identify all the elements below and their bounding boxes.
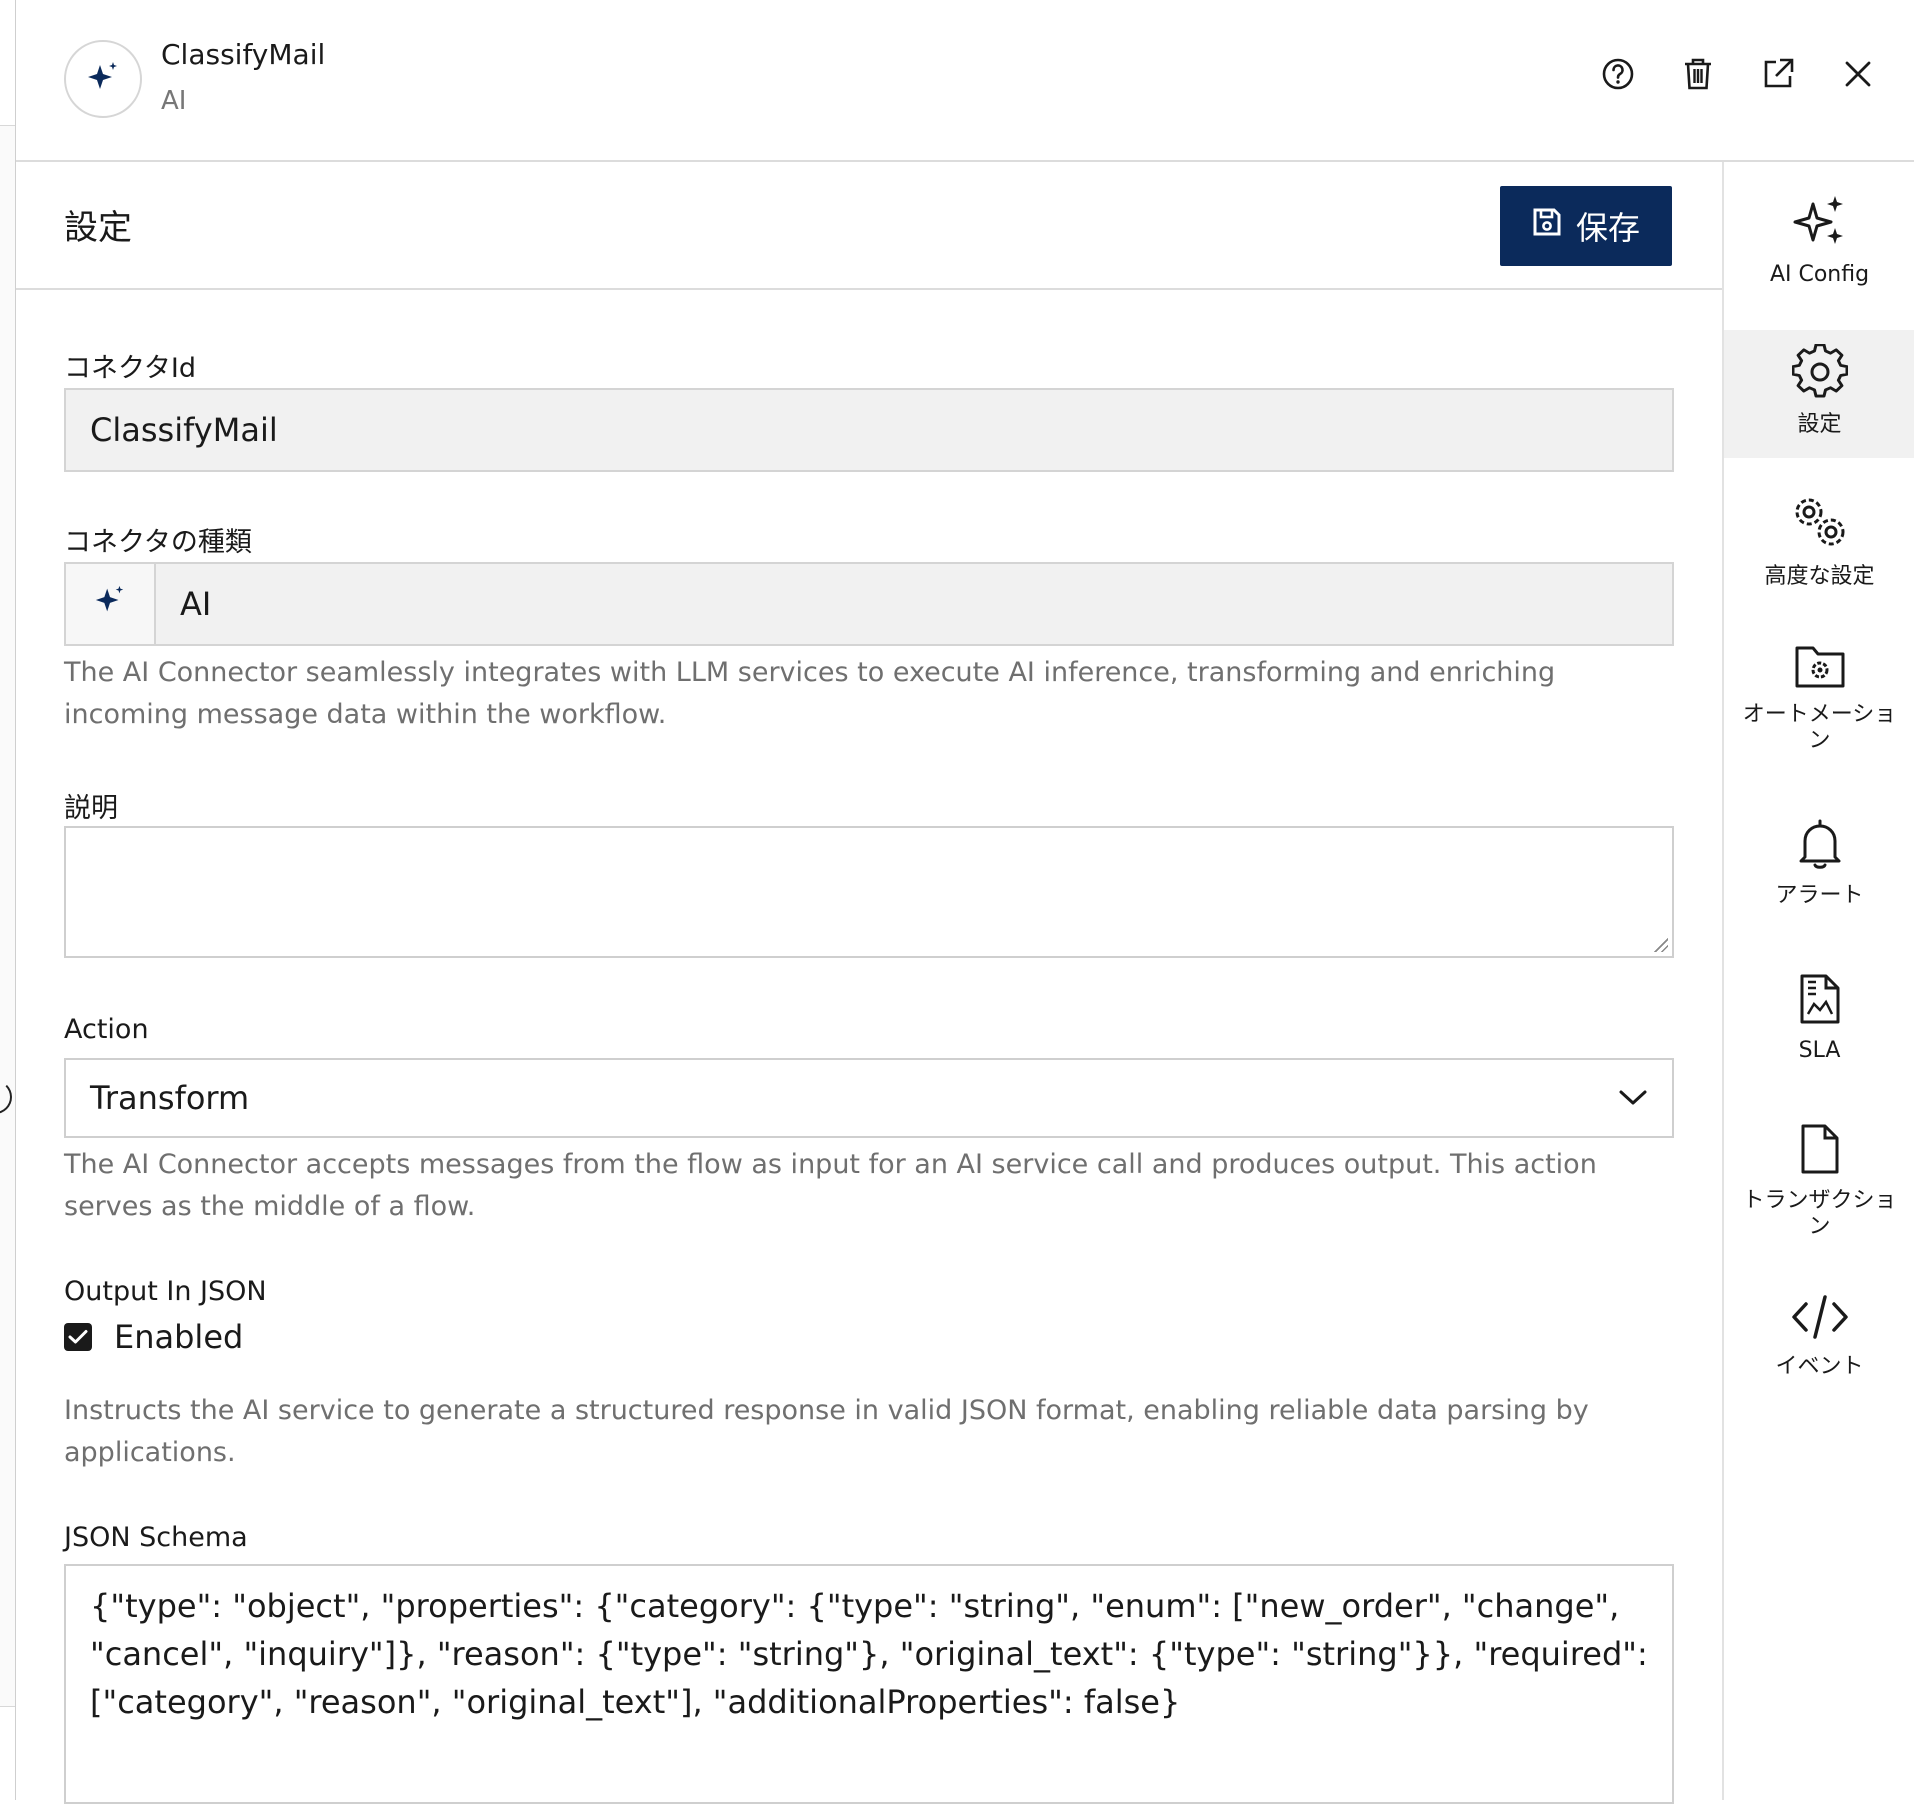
action-selected-value: Transform bbox=[90, 1079, 250, 1117]
chevron-down-icon bbox=[1618, 1088, 1672, 1108]
nav-item-alert[interactable]: アラート bbox=[1724, 817, 1914, 927]
connector-id-label: コネクタId bbox=[64, 353, 197, 384]
nav-item-ai-config[interactable]: AI Config bbox=[1724, 192, 1914, 292]
document-chart-icon bbox=[1798, 972, 1842, 1030]
json-schema-label: JSON Schema bbox=[64, 1522, 248, 1553]
settings-main: 設定 保存 コネクタId ClassifyMail コネクタの種類 AI The… bbox=[16, 162, 1724, 1804]
connector-avatar bbox=[64, 40, 142, 118]
save-button-label: 保存 bbox=[1575, 209, 1640, 247]
save-icon bbox=[1532, 207, 1562, 245]
connector-id-value: ClassifyMail bbox=[90, 411, 278, 449]
gear-icon bbox=[1791, 343, 1848, 404]
connector-name: ClassifyMail bbox=[161, 38, 326, 71]
help-icon[interactable] bbox=[1600, 56, 1636, 92]
connector-type-field: AI bbox=[64, 562, 1674, 646]
background-canvas-edge bbox=[0, 0, 15, 1800]
nav-label-ai-config: AI Config bbox=[1769, 262, 1870, 287]
action-help: The AI Connector accepts messages from t… bbox=[64, 1149, 1597, 1222]
nav-item-sla[interactable]: SLA bbox=[1724, 972, 1914, 1082]
save-button[interactable]: 保存 bbox=[1500, 186, 1672, 266]
json-schema-textarea[interactable]: {"type": "object", "properties": {"categ… bbox=[64, 1564, 1674, 1804]
nav-label-sla: SLA bbox=[1798, 1038, 1841, 1063]
output-json-checkbox-row[interactable]: Enabled bbox=[64, 1318, 243, 1356]
nav-label-transaction: トランザクション bbox=[1742, 1188, 1897, 1239]
action-label: Action bbox=[64, 1014, 149, 1045]
header-actions bbox=[1600, 56, 1876, 92]
nav-item-event[interactable]: イベント bbox=[1724, 1292, 1914, 1402]
panel-header: ClassifyMail AI bbox=[16, 0, 1914, 162]
sparkle-icon bbox=[85, 59, 121, 99]
right-sidebar-nav: AI Config 設定 高度な設定 オートメーション アラート SLA トラン… bbox=[1724, 162, 1914, 1800]
close-icon[interactable] bbox=[1840, 56, 1876, 92]
document-icon bbox=[1799, 1122, 1841, 1180]
section-title: 設定 bbox=[64, 208, 132, 248]
resize-handle[interactable] bbox=[1654, 938, 1668, 952]
output-json-help: Instructs the AI service to generate a s… bbox=[64, 1395, 1589, 1468]
output-json-checkbox-label: Enabled bbox=[114, 1318, 244, 1356]
sparkles-icon bbox=[1791, 192, 1849, 254]
external-link-icon[interactable] bbox=[1760, 56, 1796, 92]
output-json-label: Output In JSON bbox=[64, 1276, 267, 1307]
nav-label-alert: アラート bbox=[1775, 883, 1864, 908]
nav-item-settings[interactable]: 設定 bbox=[1724, 330, 1914, 458]
sparkle-icon bbox=[93, 583, 127, 625]
output-json-checkbox[interactable] bbox=[64, 1323, 92, 1351]
nav-item-transaction[interactable]: トランザクション bbox=[1724, 1122, 1914, 1252]
connector-type-label: コネクタの種類 bbox=[64, 527, 252, 558]
action-select[interactable]: Transform bbox=[64, 1058, 1674, 1138]
description-label: 説明 bbox=[64, 793, 118, 824]
gears-icon bbox=[1789, 492, 1851, 556]
nav-item-advanced-settings[interactable]: 高度な設定 bbox=[1724, 492, 1914, 602]
section-bar: 設定 保存 bbox=[16, 162, 1722, 290]
nav-label-automation: オートメーション bbox=[1742, 702, 1897, 753]
nav-label-event: イベント bbox=[1775, 1354, 1864, 1379]
connector-id-field: ClassifyMail bbox=[64, 388, 1674, 472]
connector-type-value: AI bbox=[180, 585, 212, 623]
bell-icon bbox=[1795, 817, 1845, 875]
folder-gear-icon bbox=[1793, 642, 1847, 694]
nav-label-advanced-settings: 高度な設定 bbox=[1764, 564, 1875, 589]
nav-label-settings: 設定 bbox=[1797, 412, 1842, 437]
connector-type-subtitle: AI bbox=[161, 86, 187, 116]
trash-icon[interactable] bbox=[1680, 56, 1716, 92]
nav-item-automation[interactable]: オートメーション bbox=[1724, 642, 1914, 772]
description-textarea[interactable] bbox=[64, 826, 1674, 958]
connector-type-icon-cell bbox=[66, 564, 156, 644]
code-icon bbox=[1790, 1292, 1850, 1346]
connector-settings-panel: ClassifyMail AI 設定 保存 コネクタId ClassifyMai… bbox=[15, 0, 1914, 1804]
connector-type-help: The AI Connector seamlessly integrates w… bbox=[64, 657, 1556, 730]
